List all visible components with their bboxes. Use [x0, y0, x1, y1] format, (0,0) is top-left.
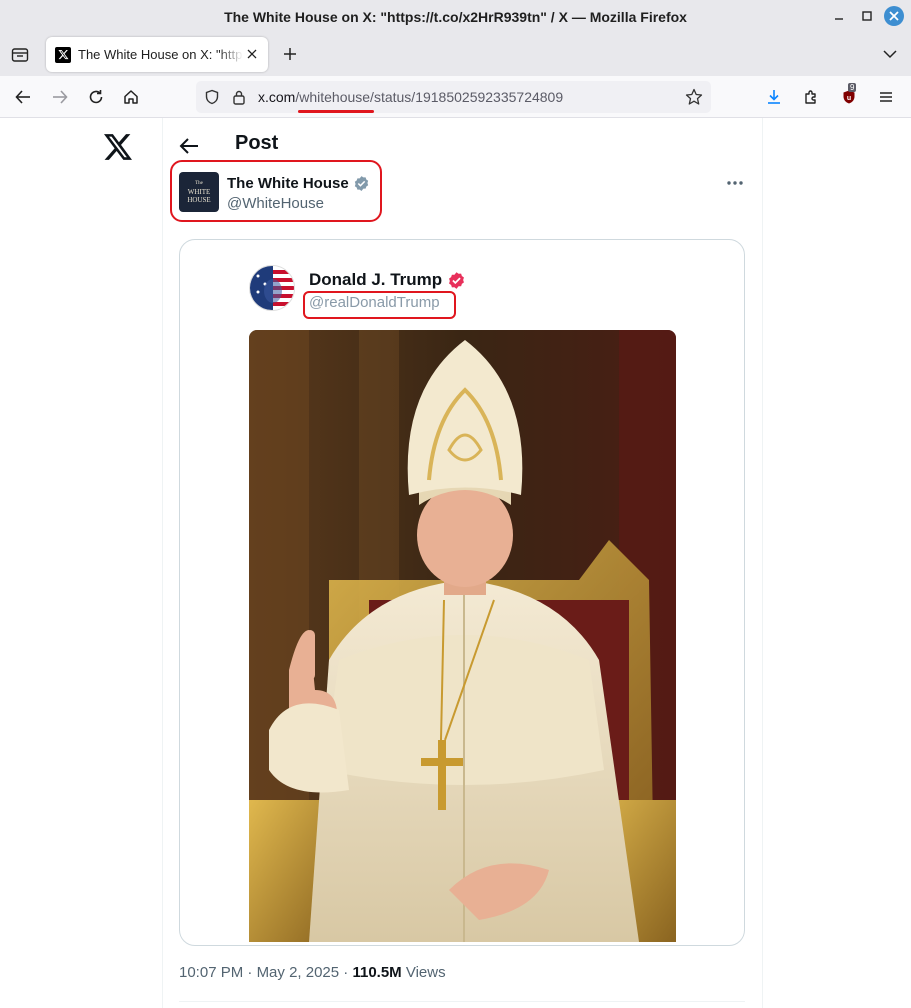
- divider: [179, 1001, 745, 1002]
- views-label: Views: [405, 964, 446, 981]
- meta-separator: ·: [247, 964, 253, 981]
- firefox-view-icon[interactable]: [9, 44, 31, 66]
- handle-annotation-box: [303, 291, 456, 319]
- list-all-tabs-icon[interactable]: [880, 44, 900, 64]
- minimize-icon[interactable]: [829, 6, 849, 26]
- page-title: Post: [235, 132, 279, 154]
- window-titlebar: The White House on X: "https://t.co/x2Hr…: [0, 0, 911, 33]
- window-title: The White House on X: "https://t.co/x2Hr…: [224, 8, 687, 25]
- svg-text:u: u: [847, 95, 851, 102]
- tab-close-icon[interactable]: [245, 47, 259, 61]
- url-text[interactable]: x.com/whitehouse/status/1918502592335724…: [258, 89, 563, 105]
- tab-strip: The White House on X: "https://t.co/x2Hr…: [0, 33, 911, 76]
- author-annotation-box: [170, 160, 382, 222]
- ublock-origin-icon[interactable]: u 9: [839, 83, 859, 107]
- back-arrow-icon[interactable]: [178, 135, 200, 157]
- quoted-post-card[interactable]: Donald J. Trump @realDonaldTrump: [179, 239, 745, 946]
- meta-separator: ·: [343, 964, 349, 981]
- bookmark-star-icon[interactable]: [685, 88, 703, 106]
- tracking-protection-icon[interactable]: [204, 89, 220, 105]
- post-metadata: 10:07 PM · May 2, 2025 · 110.5M Views: [179, 964, 446, 981]
- x-post-page: Post The WHITE HOUSE The White House @Wh…: [0, 118, 911, 1008]
- maximize-icon[interactable]: [857, 6, 877, 26]
- x-logo-icon: [55, 46, 71, 63]
- quoted-author-name[interactable]: Donald J. Trump: [309, 270, 466, 290]
- app-menu-icon[interactable]: [876, 87, 896, 107]
- post-date[interactable]: May 2, 2025: [257, 964, 340, 981]
- views-count: 110.5M: [352, 964, 402, 981]
- back-icon[interactable]: [13, 87, 33, 107]
- url-path: /whitehouse/status/1918502592335724809: [295, 89, 564, 105]
- reload-icon[interactable]: [86, 87, 106, 107]
- lock-icon[interactable]: [232, 89, 246, 105]
- verified-badge-icon: [449, 271, 465, 289]
- home-icon[interactable]: [121, 87, 141, 107]
- extension-badge: 9: [848, 83, 857, 92]
- downloads-icon[interactable]: [764, 87, 784, 107]
- more-options-icon[interactable]: [724, 173, 746, 193]
- post-time[interactable]: 10:07 PM: [179, 964, 243, 981]
- browser-tab-active[interactable]: The White House on X: "https://t.co/x2Hr…: [46, 37, 268, 72]
- forward-icon[interactable]: [50, 87, 70, 107]
- extensions-icon[interactable]: [801, 87, 821, 107]
- address-bar[interactable]: x.com/whitehouse/status/1918502592335724…: [196, 81, 711, 113]
- tab-title: The White House on X: "https://t.co/x2Hr…: [78, 47, 243, 62]
- quoted-author-name-text: Donald J. Trump: [309, 270, 443, 289]
- url-host: x.com: [258, 89, 296, 105]
- navigation-toolbar: x.com/whitehouse/status/1918502592335724…: [0, 76, 911, 118]
- quoted-post-image[interactable]: [249, 330, 676, 942]
- close-window-icon[interactable]: [884, 6, 904, 26]
- column-divider: [762, 118, 763, 1008]
- column-divider: [162, 118, 163, 1008]
- quoted-author-avatar[interactable]: [249, 265, 295, 311]
- url-annotation-underline: [298, 110, 374, 113]
- new-tab-icon[interactable]: [280, 44, 300, 64]
- x-logo-icon[interactable]: [104, 134, 132, 160]
